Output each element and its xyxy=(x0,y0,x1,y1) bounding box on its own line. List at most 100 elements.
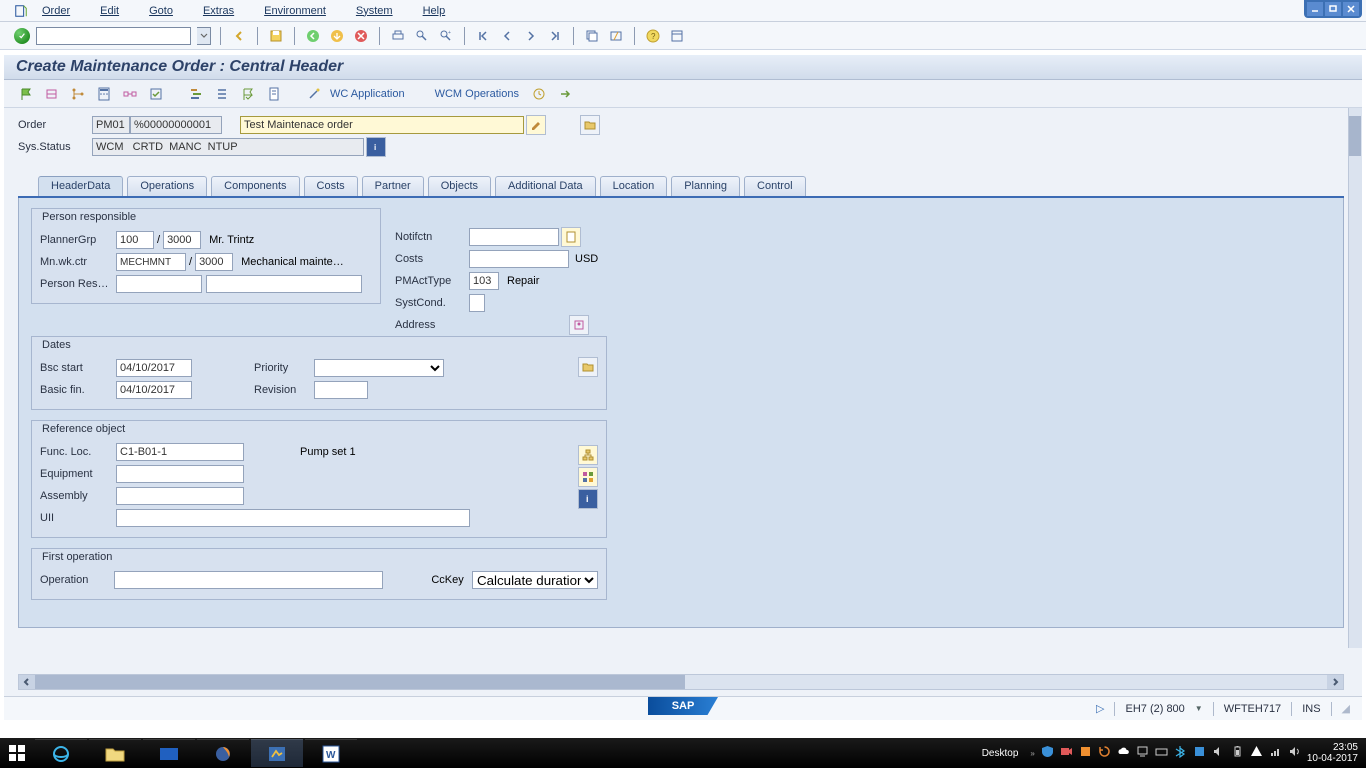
back-button[interactable] xyxy=(230,27,248,45)
find-button[interactable] xyxy=(413,27,431,45)
complete-icon[interactable] xyxy=(238,84,258,104)
tray-battery-icon[interactable] xyxy=(1231,745,1244,761)
menu-system[interactable]: System xyxy=(356,5,393,17)
tray-shield-icon[interactable] xyxy=(1041,745,1054,761)
flag-icon[interactable] xyxy=(16,84,36,104)
menu-extras[interactable]: Extras xyxy=(203,5,234,17)
last-page-button[interactable] xyxy=(546,27,564,45)
pmacttype-field[interactable] xyxy=(469,272,499,290)
operation-field[interactable] xyxy=(114,571,383,589)
nav-arrow-icon[interactable]: ▷ xyxy=(1096,702,1104,715)
print-button[interactable] xyxy=(389,27,407,45)
funcloc-field[interactable] xyxy=(116,443,244,461)
tab-location[interactable]: Location xyxy=(600,176,668,196)
first-page-button[interactable] xyxy=(474,27,492,45)
taskbar-clock[interactable]: 23:05 10-04-2017 xyxy=(1307,742,1360,764)
tab-planning[interactable]: Planning xyxy=(671,176,740,196)
next-page-button[interactable] xyxy=(522,27,540,45)
check-icon[interactable] xyxy=(146,84,166,104)
tray-app2-icon[interactable] xyxy=(1193,745,1206,761)
tray-app-icon[interactable] xyxy=(1079,745,1092,761)
maximize-button[interactable] xyxy=(1325,2,1341,16)
taskbar-lenovo[interactable] xyxy=(143,739,195,767)
command-field[interactable] xyxy=(36,27,191,45)
tab-objects[interactable]: Objects xyxy=(428,176,491,196)
tray-volume-icon[interactable] xyxy=(1288,745,1301,761)
notif-field[interactable] xyxy=(469,228,559,246)
close-button[interactable] xyxy=(1343,2,1359,16)
menu-help[interactable]: Help xyxy=(423,5,446,17)
tray-onedrive-icon[interactable] xyxy=(1117,745,1130,761)
status-system-dropdown[interactable]: ▼ xyxy=(1195,704,1203,713)
object-list-button[interactable] xyxy=(578,467,598,487)
shortcut-button[interactable] xyxy=(607,27,625,45)
mnwkctr-field-1[interactable] xyxy=(116,253,186,271)
wcm-operations-link[interactable]: WCM Operations xyxy=(435,88,519,100)
systcond-field[interactable] xyxy=(469,294,485,312)
status-info-button[interactable]: i xyxy=(366,137,386,157)
minimize-button[interactable] xyxy=(1307,2,1323,16)
status-system[interactable]: EH7 (2) 800 xyxy=(1125,703,1184,715)
taskbar-ie[interactable] xyxy=(35,739,87,767)
basicfin-field[interactable] xyxy=(116,381,192,399)
cckey-select[interactable]: Calculate duration xyxy=(472,571,598,589)
start-button[interactable] xyxy=(0,738,34,768)
personres-field-2[interactable] xyxy=(206,275,362,293)
tray-keyboard-icon[interactable] xyxy=(1155,745,1168,761)
edit-description-button[interactable] xyxy=(526,115,546,135)
new-session-button[interactable] xyxy=(583,27,601,45)
vertical-scrollbar[interactable] xyxy=(1348,108,1362,648)
tab-headerdata[interactable]: HeaderData xyxy=(38,176,123,196)
release-icon[interactable] xyxy=(42,84,62,104)
tray-video-icon[interactable] xyxy=(1060,745,1073,761)
tray-sound-icon[interactable] xyxy=(1212,745,1225,761)
help-button[interactable]: ? xyxy=(644,27,662,45)
enter-button[interactable] xyxy=(14,28,30,44)
find-next-button[interactable]: + xyxy=(437,27,455,45)
tab-additional-data[interactable]: Additional Data xyxy=(495,176,596,196)
menu-edit[interactable]: Edit xyxy=(100,5,119,17)
plannergrp-field-2[interactable] xyxy=(163,231,201,249)
show-desktop-label[interactable]: Desktop xyxy=(982,748,1019,759)
tray-net-icon[interactable] xyxy=(1136,745,1149,761)
scroll-right-button[interactable] xyxy=(1327,675,1343,689)
dates-folder-button[interactable] xyxy=(578,357,598,377)
tab-control[interactable]: Control xyxy=(744,176,805,196)
plannergrp-field-1[interactable] xyxy=(116,231,154,249)
nav-exit-button[interactable] xyxy=(328,27,346,45)
object-info-button[interactable]: i xyxy=(578,489,598,509)
calc-icon[interactable] xyxy=(94,84,114,104)
mnwkctr-field-2[interactable] xyxy=(195,253,233,271)
cancel-button[interactable] xyxy=(352,27,370,45)
doc-icon[interactable] xyxy=(264,84,284,104)
scroll-left-button[interactable] xyxy=(19,675,35,689)
command-dropdown[interactable] xyxy=(197,27,211,45)
save-button[interactable] xyxy=(267,27,285,45)
clock-icon[interactable] xyxy=(529,84,549,104)
folder-button[interactable] xyxy=(580,115,600,135)
layout-menu-button[interactable] xyxy=(668,27,686,45)
menu-goto[interactable]: Goto xyxy=(149,5,173,17)
personres-field-1[interactable] xyxy=(116,275,202,293)
tab-components[interactable]: Components xyxy=(211,176,299,196)
notif-create-button[interactable] xyxy=(561,227,581,247)
structure-button[interactable] xyxy=(578,445,598,465)
tray-bluetooth-icon[interactable] xyxy=(1174,745,1187,761)
menu-order[interactable]: Order xyxy=(42,5,70,17)
tray-action-icon[interactable] xyxy=(1250,745,1263,761)
tray-wifi-icon[interactable] xyxy=(1269,745,1282,761)
bscstart-field[interactable] xyxy=(116,359,192,377)
arrow-icon[interactable] xyxy=(555,84,575,104)
network-icon[interactable] xyxy=(120,84,140,104)
address-button[interactable] xyxy=(569,315,589,335)
prev-page-button[interactable] xyxy=(498,27,516,45)
tab-partner[interactable]: Partner xyxy=(362,176,424,196)
horizontal-scrollbar[interactable] xyxy=(18,674,1344,690)
list-icon[interactable] xyxy=(212,84,232,104)
wand-icon[interactable] xyxy=(304,84,324,104)
tray-refresh-icon[interactable] xyxy=(1098,745,1111,761)
taskbar-word[interactable]: W xyxy=(305,739,357,767)
costs-field[interactable] xyxy=(469,250,569,268)
taskbar-firefox[interactable] xyxy=(197,739,249,767)
uii-field[interactable] xyxy=(116,509,470,527)
